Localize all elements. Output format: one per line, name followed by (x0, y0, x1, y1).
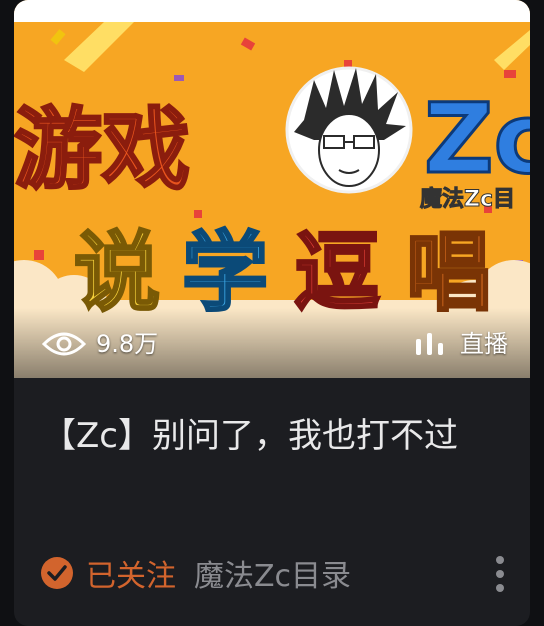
video-card[interactable]: 游戏 Zc 魔法Zc目 说 学 逗 唱 9.8万 直播 【Zc】别问了，我也打不… (14, 0, 530, 626)
light-streak (64, 22, 134, 72)
view-count: 9.8万 (42, 326, 158, 362)
video-thumbnail[interactable]: 游戏 Zc 魔法Zc目 说 学 逗 唱 9.8万 直播 (14, 0, 530, 378)
live-indicator: 直播 (414, 326, 508, 362)
logo-text: Zc (424, 83, 530, 195)
channel-meta-row: 已关注 魔法Zc目录 (40, 548, 510, 598)
view-count-label: 9.8万 (96, 330, 159, 358)
video-title[interactable]: 【Zc】别问了，我也打不过 (42, 410, 492, 462)
channel-name[interactable]: 魔法Zc目录 (194, 551, 351, 595)
logo-subtitle: 魔法Zc目 (420, 186, 515, 212)
eye-icon (42, 332, 86, 356)
live-label: 直播 (460, 330, 508, 358)
live-bars-icon (416, 333, 443, 355)
checkmark-badge-icon (41, 557, 73, 589)
follow-status[interactable]: 已关注 (86, 551, 176, 595)
more-vertical-icon[interactable] (490, 552, 510, 596)
banner-title: 游戏 (14, 98, 190, 201)
channel-logo-avatar (285, 66, 413, 194)
